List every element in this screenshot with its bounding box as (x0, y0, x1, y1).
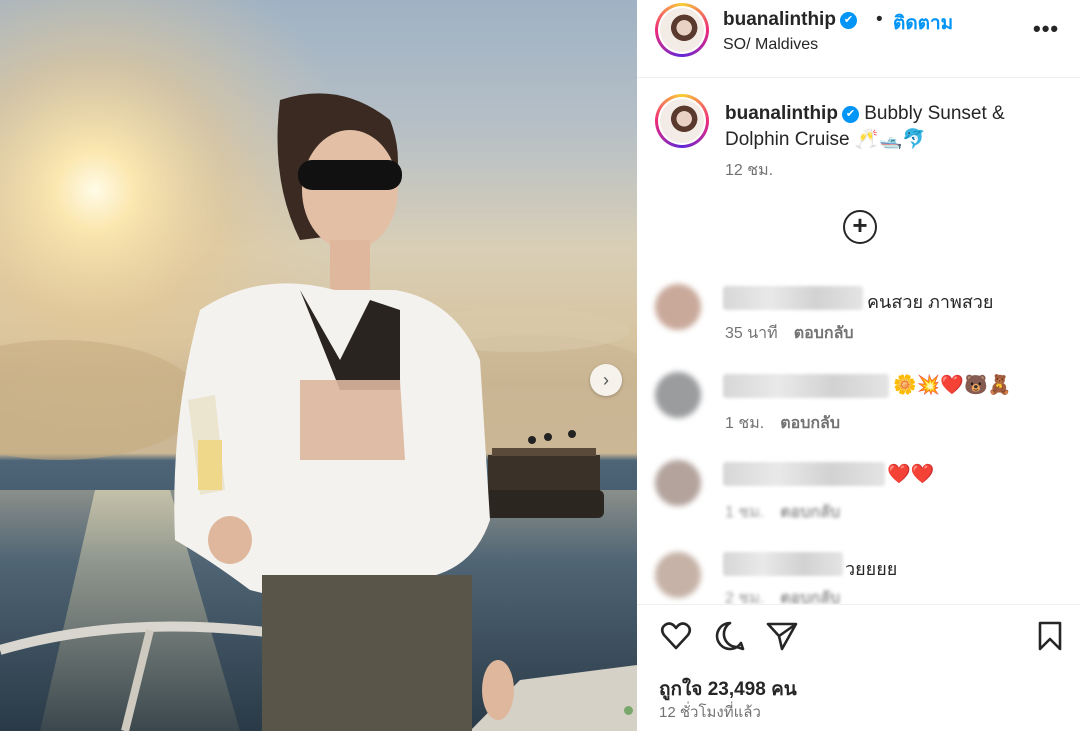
commenter-name-redacted[interactable] (723, 374, 889, 398)
comment-text: วยยยย (845, 559, 898, 579)
reply-button[interactable]: ตอบกลับ (794, 325, 854, 342)
author-username[interactable]: buanalinthip ✔ (723, 9, 857, 31)
comment-text: ❤️❤️ (887, 464, 935, 485)
comment-time: 1 ชม. (725, 415, 765, 432)
load-more-comments-button[interactable]: + (843, 210, 877, 244)
carousel-next-button[interactable]: › (590, 364, 622, 396)
commenter-avatar[interactable] (655, 460, 701, 506)
more-options-icon[interactable]: ••• (1033, 16, 1059, 42)
comment-item: 🌼💥❤️🐻🧸 1 ชม. ตอบกลับ (637, 370, 1080, 440)
commenter-avatar[interactable] (655, 552, 701, 598)
verified-icon: ✔ (841, 106, 859, 123)
follow-button[interactable]: ติดตาม (893, 8, 953, 38)
caption-time: 12 ชม. (725, 162, 774, 179)
commenter-name-redacted[interactable] (723, 462, 885, 486)
comment-time: 1 ชม. (725, 504, 765, 521)
commenter-name-redacted[interactable] (723, 286, 863, 310)
caption: buanalinthip ✔ Bubbly Sunset & Dolphin Cr… (725, 101, 1055, 153)
commenter-avatar[interactable] (655, 284, 701, 330)
heart-icon[interactable] (659, 619, 693, 653)
action-bar (637, 604, 1080, 666)
verified-icon: ✔ (839, 12, 857, 29)
bookmark-icon[interactable] (1033, 619, 1067, 653)
comment-meta: 1 ชม. ตอบกลับ (725, 500, 840, 525)
separator-dot: • (876, 9, 883, 30)
post-header: buanalinthip ✔ • ติดตาม SO/ Maldives ••• (637, 0, 1080, 78)
commenter-name-redacted[interactable] (723, 552, 843, 576)
comment-icon[interactable] (713, 619, 747, 653)
username-text[interactable]: buanalinthip (723, 9, 836, 30)
commenter-avatar[interactable] (655, 372, 701, 418)
comment-meta: 1 ชม. ตอบกลับ (725, 411, 840, 436)
comment-text: คนสวย ภาพสวย (867, 292, 994, 312)
comment-item: ❤️❤️ 1 ชม. ตอบกลับ (637, 458, 1080, 528)
share-icon[interactable] (765, 619, 799, 653)
comment-item: คนสวย ภาพสวย 35 นาที ตอบกลับ (637, 282, 1080, 352)
caption-username[interactable]: buanalinthip (725, 103, 838, 124)
post-photo[interactable]: › (0, 0, 637, 731)
post-timestamp[interactable]: 12 ชั่วโมงที่แล้ว (659, 700, 761, 724)
caption-avatar[interactable] (655, 94, 709, 148)
photo-illustration (0, 0, 637, 731)
post-sidebar: buanalinthip ✔ • ติดตาม SO/ Maldives ••• … (637, 0, 1080, 731)
location-link[interactable]: SO/ Maldives (723, 36, 818, 54)
reply-button[interactable]: ตอบกลับ (780, 415, 840, 432)
comment-meta: 35 นาที ตอบกลับ (725, 321, 854, 346)
carousel-indicator (624, 706, 633, 715)
comment-text: 🌼💥❤️🐻🧸 (893, 375, 1012, 396)
reply-button[interactable]: ตอบกลับ (780, 504, 840, 521)
comment-time: 35 นาที (725, 325, 778, 342)
author-avatar[interactable] (655, 3, 709, 57)
